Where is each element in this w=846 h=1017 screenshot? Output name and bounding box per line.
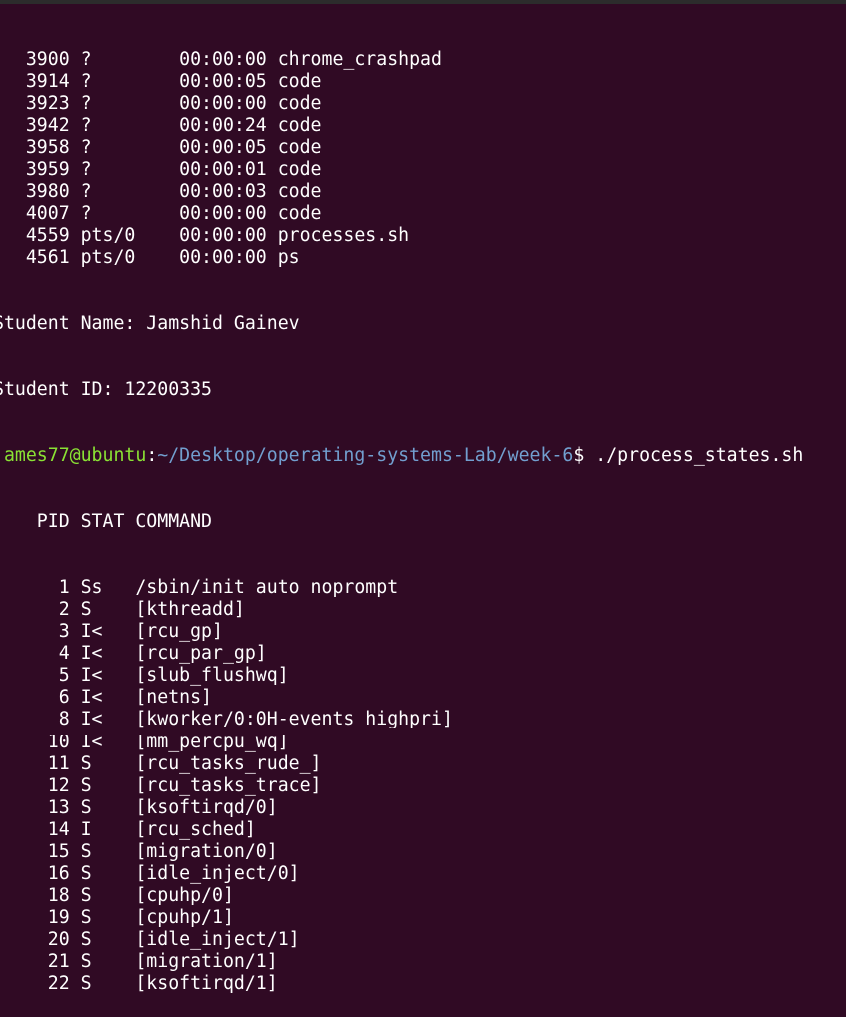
process-row: 18 S [cpuhp/0] <box>0 885 234 906</box>
prompt-command: ./process_states.sh <box>595 445 804 466</box>
process-row: 1 Ss /sbin/init auto noprompt <box>0 577 399 598</box>
student-id-line: Student ID: 12200335 <box>0 379 212 400</box>
process-row: 21 S [migration/1] <box>0 951 278 972</box>
process-row: 4 I< [rcu_par_gp] <box>0 643 267 664</box>
process-row: 13 S [ksoftirqd/0] <box>0 797 278 818</box>
process-row: 14 I [rcu_sched] <box>0 819 256 840</box>
ps-row: 3980 ? 00:00:03 code <box>0 181 322 202</box>
ps-row: 3942 ? 00:00:24 code <box>0 115 322 136</box>
process-row: 16 S [idle_inject/0] <box>0 863 300 884</box>
prompt-separator: : <box>146 445 158 466</box>
student-name-line: Student Name: Jamshid Gainev <box>0 313 300 334</box>
terminal-output[interactable]: 3900 ? 00:00:00 chrome_crashpad 3914 ? 0… <box>0 5 846 1017</box>
prompt-symbol: $ <box>573 445 596 466</box>
process-row: 3 I< [rcu_gp] <box>0 621 223 642</box>
process-row: 20 S [idle_inject/1] <box>0 929 300 950</box>
process-row: 2 S [kthreadd] <box>0 599 245 620</box>
ps-row: 4561 pts/0 00:00:00 ps <box>0 247 300 268</box>
ps-row: 3914 ? 00:00:05 code <box>0 71 322 92</box>
process-row: 19 S [cpuhp/1] <box>0 907 234 928</box>
prompt-user-host: james77@ubuntu <box>0 445 147 466</box>
ps-row: 4007 ? 00:00:00 code <box>0 203 322 224</box>
state-table: 1 Ss /sbin/init auto noprompt 2 S [kthre… <box>0 577 846 995</box>
ps-row: 4559 pts/0 00:00:00 processes.sh <box>0 225 410 246</box>
process-row: 12 S [rcu_tasks_trace] <box>0 775 322 796</box>
process-row: 15 S [migration/0] <box>0 841 278 862</box>
ps-output: 3900 ? 00:00:00 chrome_crashpad 3914 ? 0… <box>0 49 846 269</box>
process-row: 6 I< [netns] <box>0 687 212 708</box>
prompt-path: ~/Desktop/operating-systems-Lab/week-6 <box>157 445 574 466</box>
ps-row: 3900 ? 00:00:00 chrome_crashpad <box>0 49 442 70</box>
window-top-edge <box>0 0 846 4</box>
ps-row: 3958 ? 00:00:05 code <box>0 137 322 158</box>
ps-row: 3959 ? 00:00:01 code <box>0 159 322 180</box>
state-table-header: PID STAT COMMAND <box>0 511 212 532</box>
bottom-cut <box>0 728 846 735</box>
process-row: 5 I< [slub_flushwq] <box>0 665 289 686</box>
ps-row: 3923 ? 00:00:00 code <box>0 93 322 114</box>
process-row: 22 S [ksoftirqd/1] <box>0 973 278 994</box>
prompt-line: james77@ubuntu:~/Desktop/operating-syste… <box>0 445 846 467</box>
process-row: 11 S [rcu_tasks_rude_] <box>0 753 322 774</box>
